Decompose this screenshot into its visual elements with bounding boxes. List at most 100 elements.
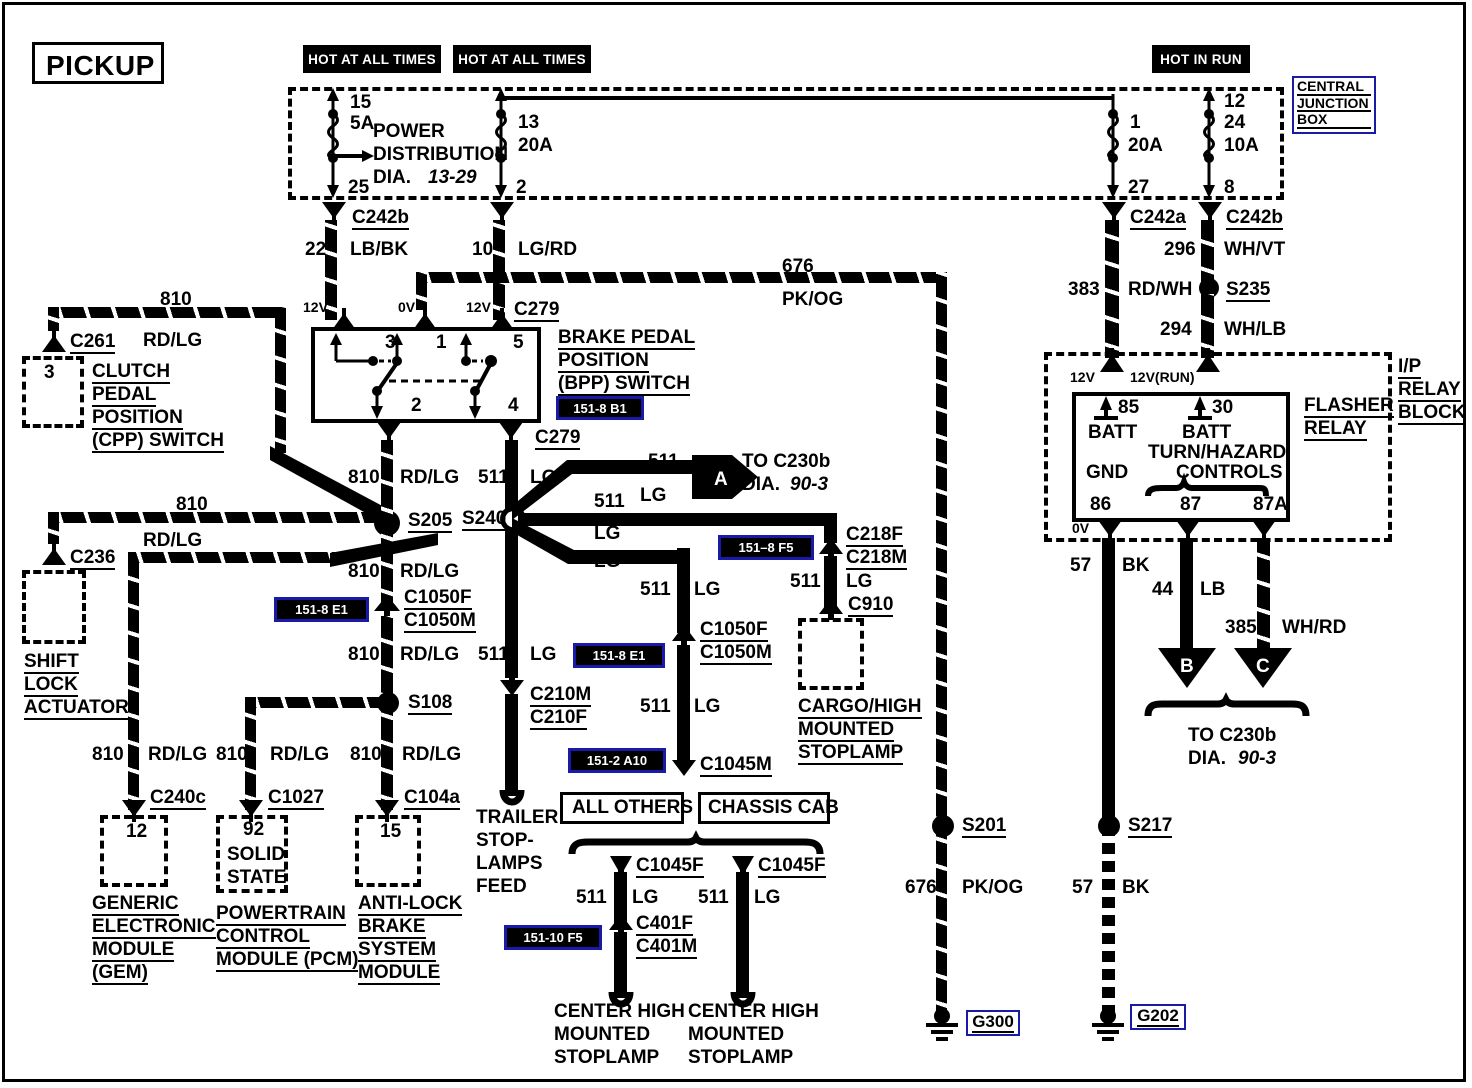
connector-c210m-label: C210M <box>530 684 592 707</box>
flasher-pin-87: 87 <box>1180 494 1202 515</box>
chmsl-right-name-line1: CENTER HIGH <box>688 1001 819 1022</box>
wire-44-lb-color: LB <box>1200 579 1226 600</box>
flasher-relay-title-line2: RELAY <box>1304 418 1367 441</box>
cargo-lamp-name-line3: STOPLAMP <box>798 742 904 765</box>
fuse-15-pin-top: 15 <box>350 92 372 113</box>
wire-511-c1045f-right-color: LG <box>754 887 781 908</box>
wire-385-gauge: 385 <box>1225 617 1257 638</box>
wire-511-chmsl-left-lower <box>614 932 627 998</box>
bpp-pin-3: 3 <box>385 332 396 353</box>
splice-s217-label: S217 <box>1128 815 1173 838</box>
connector-c1050f-mid-label: C1050F <box>700 619 768 642</box>
flasher-pin-87a: 87A <box>1253 494 1288 515</box>
fuse-15-rating: 5A <box>350 113 375 134</box>
gem-name-line4: (GEM) <box>92 962 148 985</box>
connector-c218f-label: C218F <box>846 524 904 547</box>
gem-name-line3: MODULE <box>92 939 175 962</box>
wire-44-lb-gauge: 44 <box>1152 579 1174 600</box>
connector-c242b-left-label: C242b <box>352 207 410 230</box>
bpp-pin-4: 4 <box>508 395 519 416</box>
ref-151-8-e1-left[interactable]: 151-8 E1 <box>274 597 369 622</box>
wire-296-color: WH/VT <box>1224 239 1286 260</box>
cargo-lamp-box[interactable] <box>798 618 864 690</box>
fuse-12-rating2: 10A <box>1224 135 1259 156</box>
cjb-label-line1: CENTRAL <box>1297 79 1371 96</box>
wire-511-trailer-gauge: 511 <box>478 644 509 665</box>
connector-ip-12v-symbol <box>1100 348 1124 372</box>
wire-810-c236-stub <box>48 512 59 544</box>
cpp-switch-name-line4: (CPP) SWITCH <box>92 430 224 453</box>
wire-294-gauge: 294 <box>1160 319 1192 340</box>
ref-151-8-e1-mid[interactable]: 151-8 E1 <box>573 643 665 668</box>
wire-383-gauge: 383 <box>1068 279 1100 300</box>
wire-lb-bk-gauge: 22 <box>305 239 327 260</box>
wire-pk-og-vertical <box>936 272 947 832</box>
ground-g300-label[interactable]: G300 <box>966 1010 1020 1036</box>
cpp-switch-name-line1: CLUTCH <box>92 361 171 384</box>
wiring-diagram-page: PICKUP HOT AT ALL TIMES HOT AT ALL TIMES… <box>0 0 1472 1088</box>
wire-383-color: RD/WH <box>1128 279 1193 300</box>
shift-lock-name-line3: ACTUATOR <box>24 697 129 720</box>
wire-57-ground-gauge: 57 <box>1072 877 1094 898</box>
fuse-13-rating: 20A <box>518 135 553 156</box>
hot-at-all-times-banner-2: HOT AT ALL TIMES <box>453 45 591 73</box>
wire-810-s205-up-color: RD/LG <box>400 467 460 488</box>
wire-810-gem-horizontal <box>128 552 340 563</box>
flasher-pin-85: 85 <box>1118 397 1140 418</box>
wire-511-chmsl-feed-gauge: 511 <box>640 579 671 600</box>
abs-name-line2: BRAKE <box>358 916 426 939</box>
bpp-switch-name-line3: (BPP) SWITCH <box>558 373 690 396</box>
chmsl-left-name-line3: STOPLAMP <box>554 1047 660 1068</box>
fuse-13-pin-bottom: 2 <box>516 177 527 198</box>
fuse-12-pin-top: 12 <box>1224 91 1246 112</box>
power-distribution-arrow <box>333 150 374 162</box>
wire-pk-og-left-stub <box>416 272 427 310</box>
cargo-lamp-name-line2: MOUNTED <box>798 719 895 742</box>
bpp-pin-2: 2 <box>411 395 422 416</box>
trailer-name-line4: FEED <box>476 876 527 897</box>
bc-group-brace <box>1144 692 1310 717</box>
wire-810-pcm-gauge: 810 <box>216 744 248 765</box>
connector-c1050m-left-label: C1050M <box>404 610 476 633</box>
wire-511-c1045f-left-gauge: 511 <box>576 887 607 908</box>
splice-s235-label: S235 <box>1226 279 1271 302</box>
wire-810-c236-gauge: 810 <box>176 494 208 515</box>
abs-name-line1: ANTI-LOCK <box>358 893 463 916</box>
chassis-cab-label: CHASSIS CAB <box>708 797 839 818</box>
ref-151-10-f5[interactable]: 151-10 F5 <box>504 925 602 950</box>
chmsl-left-name-line1: CENTER HIGH <box>554 1001 685 1022</box>
wire-296-gauge: 296 <box>1164 239 1196 260</box>
hot-in-run-banner: HOT IN RUN <box>1152 45 1250 73</box>
central-junction-box-label: CENTRAL JUNCTION BOX <box>1292 76 1376 134</box>
connector-c1045m-symbol <box>672 754 696 776</box>
wire-511-chmsl-feed-color: LG <box>694 579 721 600</box>
chmsl-right-name-line2: MOUNTED <box>688 1024 785 1045</box>
shift-lock-actuator-box[interactable] <box>22 570 86 644</box>
ip-relay-block-line1: I/P <box>1398 356 1422 379</box>
ref-151-8-b1[interactable]: 151-8 B1 <box>556 396 644 420</box>
wire-lg-rd-color: LG/RD <box>518 239 578 260</box>
cjb-label-line3: BOX <box>1297 112 1371 130</box>
wire-57-bk-upper <box>1102 538 1115 820</box>
connector-c236-label: C236 <box>70 547 116 570</box>
ref-151-8-f5[interactable]: 151–8 F5 <box>718 535 814 560</box>
connector-c1050m-mid-label: C1050M <box>700 642 772 665</box>
cargo-lamp-name-line1: CARGO/HIGH <box>798 696 922 719</box>
flasher-pin-30: 30 <box>1212 397 1234 418</box>
wire-57-bk-color: BK <box>1122 555 1150 576</box>
svg-text:B: B <box>1180 656 1194 677</box>
wire-511-chmsl-feed-vertical <box>677 548 690 633</box>
wire-810-s108-gauge: 810 <box>348 644 380 665</box>
cpp-switch-name-line3: POSITION <box>92 407 183 430</box>
wire-511-arrow-a-color: LG <box>640 485 667 506</box>
wire-511-trailer-vertical-lower <box>505 694 518 796</box>
ground-g202-label[interactable]: G202 <box>1130 1004 1186 1030</box>
ref-151-2-a10[interactable]: 151-2 A10 <box>568 748 666 773</box>
wire-810-s205-dn-color: RD/LG <box>400 561 460 582</box>
trailer-name-line3: LAMPS <box>476 853 543 874</box>
pcm-inner-line2: STATE <box>227 867 287 888</box>
wire-511-chmsl-low-color: LG <box>694 696 721 717</box>
variant-brace <box>568 830 824 855</box>
wire-810-s205-up <box>381 440 393 522</box>
pcm-inner-line1: SOLID <box>227 844 286 865</box>
